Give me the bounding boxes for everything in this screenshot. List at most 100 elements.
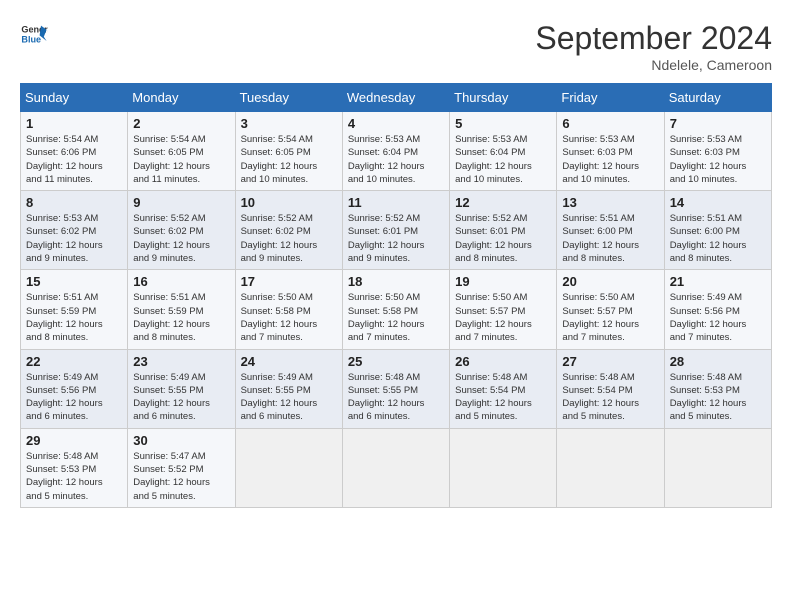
calendar-cell: 14Sunrise: 5:51 AM Sunset: 6:00 PM Dayli… (664, 191, 771, 270)
day-number: 27 (562, 354, 658, 369)
day-info: Sunrise: 5:49 AM Sunset: 5:55 PM Dayligh… (241, 371, 337, 424)
day-number: 24 (241, 354, 337, 369)
logo-icon: General Blue (20, 20, 48, 48)
day-number: 17 (241, 274, 337, 289)
day-number: 19 (455, 274, 551, 289)
day-info: Sunrise: 5:50 AM Sunset: 5:57 PM Dayligh… (455, 291, 551, 344)
day-info: Sunrise: 5:48 AM Sunset: 5:53 PM Dayligh… (670, 371, 766, 424)
calendar-cell (235, 428, 342, 507)
calendar-cell: 2Sunrise: 5:54 AM Sunset: 6:05 PM Daylig… (128, 112, 235, 191)
calendar-cell: 6 Sunrise: 5:53 AM Sunset: 6:03 PM Daylig… (557, 112, 664, 191)
calendar-cell: 1 Sunrise: 5:54 AM Sunset: 6:06 PM Daylig… (21, 112, 128, 191)
weekday-header: Tuesday (235, 84, 342, 112)
day-number: 13 (562, 195, 658, 210)
day-info: Sunrise: 5:51 AM Sunset: 6:00 PM Dayligh… (562, 212, 658, 265)
calendar-cell: 9 Sunrise: 5:52 AM Sunset: 6:02 PM Daylig… (128, 191, 235, 270)
day-info: Sunrise: 5:53 AM Sunset: 6:04 PM Dayligh… (348, 133, 444, 186)
day-number: 4 (348, 116, 444, 131)
calendar-cell: 10 Sunrise: 5:52 AM Sunset: 6:02 PM Dayli… (235, 191, 342, 270)
day-info: Sunrise: 5:48 AM Sunset: 5:54 PM Dayligh… (455, 371, 551, 424)
day-number: 25 (348, 354, 444, 369)
calendar-body: 1 Sunrise: 5:54 AM Sunset: 6:06 PM Daylig… (21, 112, 772, 508)
calendar-cell (557, 428, 664, 507)
day-number: 22 (26, 354, 122, 369)
weekday-header: Thursday (450, 84, 557, 112)
day-info: Sunrise: 5:52 AM Sunset: 6:02 PM Dayligh… (133, 212, 229, 265)
weekday-header: Friday (557, 84, 664, 112)
calendar-week-row: 1 Sunrise: 5:54 AM Sunset: 6:06 PM Daylig… (21, 112, 772, 191)
page-header: General Blue September 2024 Ndelele, Cam… (20, 20, 772, 73)
day-info: Sunrise: 5:53 AM Sunset: 6:04 PM Dayligh… (455, 133, 551, 186)
day-number: 18 (348, 274, 444, 289)
calendar-cell (450, 428, 557, 507)
day-info: Sunrise: 5:52 AM Sunset: 6:01 PM Dayligh… (455, 212, 551, 265)
day-number: 15 (26, 274, 122, 289)
day-number: 11 (348, 195, 444, 210)
day-info: Sunrise: 5:52 AM Sunset: 6:01 PM Dayligh… (348, 212, 444, 265)
calendar-cell: 27 Sunrise: 5:48 AM Sunset: 5:54 PM Dayli… (557, 349, 664, 428)
calendar-cell: 3 Sunrise: 5:54 AM Sunset: 6:05 PM Daylig… (235, 112, 342, 191)
calendar-cell (664, 428, 771, 507)
weekday-row: SundayMondayTuesdayWednesdayThursdayFrid… (21, 84, 772, 112)
day-info: Sunrise: 5:51 AM Sunset: 5:59 PM Dayligh… (133, 291, 229, 344)
day-info: Sunrise: 5:48 AM Sunset: 5:54 PM Dayligh… (562, 371, 658, 424)
day-number: 26 (455, 354, 551, 369)
day-info: Sunrise: 5:48 AM Sunset: 5:53 PM Dayligh… (26, 450, 122, 503)
day-info: Sunrise: 5:54 AM Sunset: 6:05 PM Dayligh… (133, 133, 229, 186)
svg-text:Blue: Blue (21, 34, 41, 44)
calendar-week-row: 15 Sunrise: 5:51 AM Sunset: 5:59 PM Dayli… (21, 270, 772, 349)
day-info: Sunrise: 5:54 AM Sunset: 6:06 PM Dayligh… (26, 133, 122, 186)
calendar-cell: 7Sunrise: 5:53 AM Sunset: 6:03 PM Daylig… (664, 112, 771, 191)
day-number: 9 (133, 195, 229, 210)
title-block: September 2024 Ndelele, Cameroon (535, 20, 772, 73)
day-number: 7 (670, 116, 766, 131)
calendar-cell: 29 Sunrise: 5:48 AM Sunset: 5:53 PM Dayli… (21, 428, 128, 507)
day-number: 3 (241, 116, 337, 131)
calendar-cell: 16 Sunrise: 5:51 AM Sunset: 5:59 PM Dayli… (128, 270, 235, 349)
calendar-table: SundayMondayTuesdayWednesdayThursdayFrid… (20, 83, 772, 508)
day-number: 20 (562, 274, 658, 289)
logo: General Blue (20, 20, 48, 48)
calendar-week-row: 22Sunrise: 5:49 AM Sunset: 5:56 PM Dayli… (21, 349, 772, 428)
calendar-cell: 28 Sunrise: 5:48 AM Sunset: 5:53 PM Dayli… (664, 349, 771, 428)
day-number: 8 (26, 195, 122, 210)
day-info: Sunrise: 5:48 AM Sunset: 5:55 PM Dayligh… (348, 371, 444, 424)
day-number: 29 (26, 433, 122, 448)
calendar-cell: 15Sunrise: 5:51 AM Sunset: 5:59 PM Dayli… (21, 270, 128, 349)
calendar-cell: 11 Sunrise: 5:52 AM Sunset: 6:01 PM Dayli… (342, 191, 449, 270)
day-number: 6 (562, 116, 658, 131)
weekday-header: Sunday (21, 84, 128, 112)
day-number: 28 (670, 354, 766, 369)
calendar-cell: 24 Sunrise: 5:49 AM Sunset: 5:55 PM Dayli… (235, 349, 342, 428)
day-info: Sunrise: 5:52 AM Sunset: 6:02 PM Dayligh… (241, 212, 337, 265)
day-info: Sunrise: 5:47 AM Sunset: 5:52 PM Dayligh… (133, 450, 229, 503)
day-number: 21 (670, 274, 766, 289)
location: Ndelele, Cameroon (535, 57, 772, 73)
day-info: Sunrise: 5:54 AM Sunset: 6:05 PM Dayligh… (241, 133, 337, 186)
calendar-cell (342, 428, 449, 507)
weekday-header: Monday (128, 84, 235, 112)
calendar-cell: 22Sunrise: 5:49 AM Sunset: 5:56 PM Dayli… (21, 349, 128, 428)
day-number: 1 (26, 116, 122, 131)
calendar-cell: 30Sunrise: 5:47 AM Sunset: 5:52 PM Dayli… (128, 428, 235, 507)
day-info: Sunrise: 5:50 AM Sunset: 5:58 PM Dayligh… (348, 291, 444, 344)
calendar-week-row: 29 Sunrise: 5:48 AM Sunset: 5:53 PM Dayli… (21, 428, 772, 507)
calendar-header: SundayMondayTuesdayWednesdayThursdayFrid… (21, 84, 772, 112)
calendar-cell: 20 Sunrise: 5:50 AM Sunset: 5:57 PM Dayli… (557, 270, 664, 349)
calendar-cell: 23Sunrise: 5:49 AM Sunset: 5:55 PM Dayli… (128, 349, 235, 428)
calendar-cell: 12Sunrise: 5:52 AM Sunset: 6:01 PM Dayli… (450, 191, 557, 270)
day-info: Sunrise: 5:49 AM Sunset: 5:55 PM Dayligh… (133, 371, 229, 424)
day-info: Sunrise: 5:53 AM Sunset: 6:03 PM Dayligh… (562, 133, 658, 186)
day-number: 10 (241, 195, 337, 210)
calendar-week-row: 8 Sunrise: 5:53 AM Sunset: 6:02 PM Daylig… (21, 191, 772, 270)
day-info: Sunrise: 5:50 AM Sunset: 5:57 PM Dayligh… (562, 291, 658, 344)
day-number: 16 (133, 274, 229, 289)
day-info: Sunrise: 5:53 AM Sunset: 6:02 PM Dayligh… (26, 212, 122, 265)
day-info: Sunrise: 5:49 AM Sunset: 5:56 PM Dayligh… (670, 291, 766, 344)
day-info: Sunrise: 5:50 AM Sunset: 5:58 PM Dayligh… (241, 291, 337, 344)
calendar-cell: 18 Sunrise: 5:50 AM Sunset: 5:58 PM Dayli… (342, 270, 449, 349)
calendar-cell: 8 Sunrise: 5:53 AM Sunset: 6:02 PM Daylig… (21, 191, 128, 270)
month-title: September 2024 (535, 20, 772, 57)
weekday-header: Wednesday (342, 84, 449, 112)
calendar-cell: 5Sunrise: 5:53 AM Sunset: 6:04 PM Daylig… (450, 112, 557, 191)
